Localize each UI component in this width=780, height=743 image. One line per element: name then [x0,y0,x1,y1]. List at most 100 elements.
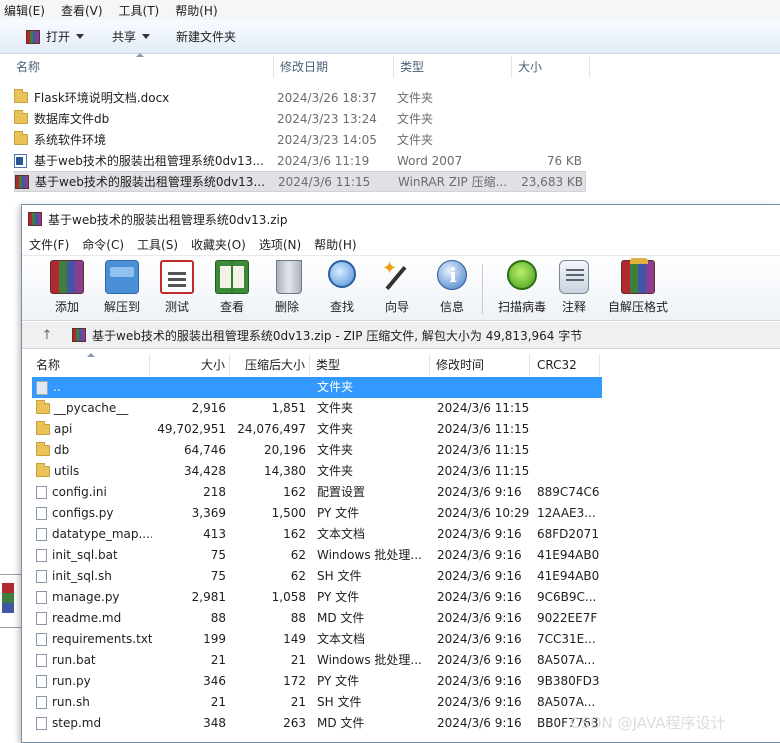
wizard-button[interactable]: 向导 [369,258,425,315]
archive-row[interactable]: init_sql.sh 75 62 SH 文件 2024/3/6 9:16 41E94AB… [32,566,602,587]
menu-commands[interactable]: 命令(C) [75,236,130,253]
archive-row[interactable]: utils 34,428 14,380 文件夹 2024/3/6 11:15 [32,461,602,482]
archive-row[interactable]: step.md 348 263 MD 文件 2024/3/6 9:16 BB0F7763 [32,713,602,734]
test-button[interactable]: 测试 [149,260,205,315]
archive-row[interactable]: run.bat 21 21 Windows 批处理... 2024/3/6 9:16 8A… [32,650,602,671]
column-type[interactable]: 类型 [310,354,430,376]
virus-scan-icon [507,260,537,290]
column-size[interactable]: 大小 [512,56,590,78]
explorer-row[interactable]: Flask环境说明文档.docx 2024/3/26 18:37 文件夹 [14,87,586,108]
wizard-wand-icon [380,258,414,294]
menu-edit[interactable]: 编辑(E) [0,2,49,19]
menu-help[interactable]: 帮助(H) [307,236,362,253]
winrar-title-bar[interactable]: 基于web技术的服装出租管理系统0dv13.zip [22,205,780,233]
menu-tools[interactable]: 工具(T) [115,2,164,19]
archive-row[interactable]: readme.md 88 88 MD 文件 2024/3/6 9:16 9022EE7F [32,608,602,629]
new-folder-label: 新建文件夹 [176,30,237,44]
cell-modified: 2024/3/6 9:16 [437,569,522,583]
cell-crc32: 41E94AB0 [537,569,600,583]
cell-size: 49,702,951 [157,422,226,436]
archive-row[interactable]: api 49,702,951 24,076,497 文件夹 2024/3/6 11:15 [32,419,602,440]
comment-button[interactable]: 注释 [546,260,602,315]
cell-name: api [36,419,152,440]
cell-size: 64,746 [184,443,226,457]
new-folder-button[interactable]: 新建文件夹 [172,28,240,45]
info-button[interactable]: 信息 [424,260,480,315]
cell-crc32: 8A507A... [537,653,596,667]
share-button[interactable]: 共享 [108,28,154,45]
cell-name: readme.md [36,608,152,629]
cell-name: datatype_map.... [36,524,152,545]
cell-name: __pycache__ [36,398,152,419]
menu-options[interactable]: 选项(N) [252,236,307,253]
winrar-toolbar: 添加 解压到 测试 查看 删除 查找 向导 信息 扫描病毒 注释 自解压格式 [22,255,780,321]
menu-tools[interactable]: 工具(S) [130,236,184,253]
find-button[interactable]: 查找 [314,260,370,315]
folder-icon [36,463,50,477]
file-icon [36,612,47,625]
archive-row[interactable]: config.ini 218 162 配置设置 2024/3/6 9:16 889C74C… [32,482,602,503]
cell-type: SH 文件 [317,695,362,709]
sfx-button[interactable]: 自解压格式 [606,258,670,315]
winrar-archive-icon [15,174,29,189]
cell-packed [232,377,306,398]
menu-file[interactable]: 文件(F) [22,236,75,253]
archive-row[interactable]: requirements.txt 199 149 文本文档 2024/3/6 9:16 7… [32,629,602,650]
archive-row[interactable]: run.sh 21 21 SH 文件 2024/3/6 9:16 8A507A... [32,692,602,713]
add-button[interactable]: 添加 [39,260,95,315]
magnifier-icon [328,260,356,288]
trash-icon [276,260,302,294]
explorer-row[interactable]: 系统软件环境 2024/3/23 14:05 文件夹 [14,129,586,150]
batch-file-icon [36,549,47,562]
file-date: 2024/3/23 13:24 [277,111,377,126]
cell-modified: 2024/3/6 9:16 [437,611,522,625]
archive-row[interactable]: configs.py 3,369 1,500 PY 文件 2024/3/6 10:29 1… [32,503,602,524]
open-button[interactable]: 打开 [22,28,88,45]
cell-modified: 2024/3/6 9:16 [437,695,522,709]
cell-modified: 2024/3/6 9:16 [437,716,522,730]
cell-crc32 [537,461,603,482]
menu-help[interactable]: 帮助(H) [171,2,221,19]
archive-row[interactable]: datatype_map.... 413 162 文本文档 2024/3/6 9:16 6… [32,524,602,545]
cell-type: 文本文档 [317,632,366,646]
archive-row[interactable]: db 64,746 20,196 文件夹 2024/3/6 11:15 [32,440,602,461]
cell-name: run.py [36,671,152,692]
archive-row[interactable]: init_sql.bat 75 62 Windows 批处理... 2024/3/6 9… [32,545,602,566]
cell-type: PY 文件 [317,506,360,520]
up-arrow-icon[interactable]: ↑ [22,328,72,343]
archive-row[interactable]: manage.py 2,981 1,058 PY 文件 2024/3/6 9:16 9C6… [32,587,602,608]
column-name[interactable]: 名称 [32,354,150,376]
delete-button[interactable]: 删除 [259,260,315,315]
extract-to-button[interactable]: 解压到 [94,260,150,315]
view-button[interactable]: 查看 [204,260,260,315]
column-type[interactable]: 类型 [394,56,512,78]
column-size[interactable]: 大小 [150,354,230,376]
menu-view[interactable]: 查看(V) [57,2,107,19]
explorer-row-selected[interactable]: 基于web技术的服装出租管理系统0dv13... 2024/3/6 11:15 … [14,171,586,192]
sfx-icon [621,258,655,294]
column-packed[interactable]: 压缩后大小 [230,354,310,376]
cell-crc32: 9B380FD3 [537,674,600,688]
column-modified[interactable]: 修改时间 [430,354,530,376]
cell-name: config.ini [36,482,152,503]
column-date[interactable]: 修改日期 [274,56,394,78]
explorer-row[interactable]: 基于web技术的服装出租管理系统0dv13... 2024/3/6 11:19 … [14,150,586,171]
archive-row[interactable]: __pycache__ 2,916 1,851 文件夹 2024/3/6 11:15 [32,398,602,419]
extract-to-icon [105,260,139,294]
menu-favorites[interactable]: 收藏夹(O) [184,236,252,253]
cell-size: 413 [203,527,226,541]
cell-packed: 21 [290,695,306,709]
explorer-row[interactable]: 数据库文件db 2024/3/23 13:24 文件夹 [14,108,586,129]
column-crc32[interactable]: CRC32 [530,354,600,376]
column-name[interactable]: 名称 [0,56,274,78]
file-name: 基于web技术的服装出租管理系统0dv13... [35,175,265,189]
cell-type: SH 文件 [317,569,362,583]
archive-row-selected[interactable]: .. 文件夹 [32,377,602,398]
archive-path-text: 基于web技术的服装出租管理系统0dv13.zip - ZIP 压缩文件, 解包… [92,328,583,343]
cell-name: run.bat [36,650,152,671]
view-book-icon [215,260,249,294]
cell-size: 21 [210,695,226,709]
open-label: 打开 [46,30,71,44]
cell-modified: 2024/3/6 11:15 [437,443,530,457]
archive-row[interactable]: run.py 346 172 PY 文件 2024/3/6 9:16 9B380FD3 [32,671,602,692]
